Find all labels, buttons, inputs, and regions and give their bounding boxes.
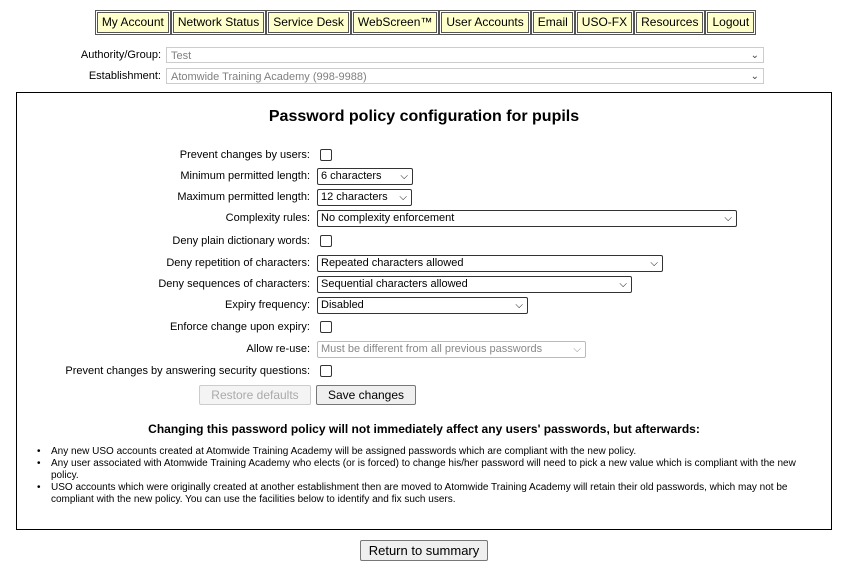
action-buttons-row: Restore defaults Save changes xyxy=(17,385,831,407)
prevent-changes-row: Prevent changes by users: xyxy=(17,147,831,165)
chevron-down-icon: ⌵ xyxy=(399,192,407,203)
list-item: Any new USO accounts created at Atomwide… xyxy=(37,446,821,458)
chevron-down-icon: ⌵ xyxy=(400,171,408,182)
restore-defaults-button[interactable]: Restore defaults xyxy=(199,385,311,405)
nav-resources[interactable]: Resources xyxy=(635,11,705,34)
list-item: USO accounts which were originally creat… xyxy=(37,482,821,506)
expiry-select[interactable]: Disabled ⌵ xyxy=(317,297,528,314)
establishment-row: Establishment: Atomwide Training Academy… xyxy=(0,68,851,86)
chevron-down-icon: ⌵ xyxy=(619,279,627,290)
list-item: Any user associated with Atomwide Traini… xyxy=(37,458,821,482)
deny-dictionary-label: Deny plain dictionary words: xyxy=(172,235,310,247)
policy-panel: Password policy configuration for pupils… xyxy=(16,92,832,530)
max-length-select[interactable]: 12 characters ⌵ xyxy=(317,189,412,206)
nav-service-desk[interactable]: Service Desk xyxy=(267,11,350,34)
prevent-changes-label: Prevent changes by users: xyxy=(179,149,310,161)
min-length-value: 6 characters xyxy=(321,170,382,182)
nav-my-account[interactable]: My Account xyxy=(95,11,170,34)
min-length-label: Minimum permitted length: xyxy=(180,170,310,182)
deny-repetition-label: Deny repetition of characters: xyxy=(166,257,310,269)
chevron-down-icon: ⌵ xyxy=(650,258,658,269)
chevron-down-icon: ⌵ xyxy=(573,344,581,355)
establishment-value: Atomwide Training Academy (998-9988) xyxy=(171,71,367,83)
save-changes-button[interactable]: Save changes xyxy=(316,385,416,405)
enforce-change-checkbox[interactable] xyxy=(320,321,332,333)
chevron-down-icon: ⌄ xyxy=(750,50,759,61)
max-length-value: 12 characters xyxy=(321,191,388,203)
nav-webscreen[interactable]: WebScreen™ xyxy=(351,11,439,34)
authority-label: Authority/Group: xyxy=(80,49,161,61)
authority-value: Test xyxy=(171,50,192,62)
policy-note-heading: Changing this password policy will not i… xyxy=(148,422,700,436)
prevent-changes-checkbox[interactable] xyxy=(320,149,332,161)
complexity-select[interactable]: No complexity enforcement ⌵ xyxy=(317,210,737,227)
top-nav: My Account Network Status Service Desk W… xyxy=(0,11,851,34)
deny-repetition-value: Repeated characters allowed xyxy=(321,257,464,269)
page-title: Password policy configuration for pupils xyxy=(268,108,580,125)
chevron-down-icon: ⌵ xyxy=(724,213,732,224)
nav-user-accounts[interactable]: User Accounts xyxy=(440,11,530,34)
chevron-down-icon: ⌵ xyxy=(515,300,523,311)
min-length-row: Minimum permitted length: 6 characters ⌵ xyxy=(17,168,831,186)
complexity-label: Complexity rules: xyxy=(225,212,310,224)
chevron-down-icon: ⌄ xyxy=(750,71,759,82)
security-questions-row: Prevent changes by answering security qu… xyxy=(17,363,831,381)
security-questions-checkbox[interactable] xyxy=(320,365,332,377)
min-length-select[interactable]: 6 characters ⌵ xyxy=(317,168,413,185)
max-length-row: Maximum permitted length: 12 characters … xyxy=(17,189,831,207)
expiry-label: Expiry frequency: xyxy=(225,299,310,311)
nav-email[interactable]: Email xyxy=(531,11,574,34)
expiry-row: Expiry frequency: Disabled ⌵ xyxy=(17,297,831,315)
authority-select[interactable]: Test ⌄ xyxy=(166,47,764,63)
authority-row: Authority/Group: Test ⌄ xyxy=(0,47,851,65)
deny-sequences-row: Deny sequences of characters: Sequential… xyxy=(17,276,831,294)
max-length-label: Maximum permitted length: xyxy=(177,191,310,203)
reuse-value: Must be different from all previous pass… xyxy=(321,343,543,355)
complexity-row: Complexity rules: No complexity enforcem… xyxy=(17,210,831,228)
reuse-select[interactable]: Must be different from all previous pass… xyxy=(317,341,586,358)
enforce-change-row: Enforce change upon expiry: xyxy=(17,319,831,337)
policy-note-list: Any new USO accounts created at Atomwide… xyxy=(37,446,821,506)
establishment-label: Establishment: xyxy=(88,70,161,82)
return-to-summary-button[interactable]: Return to summary xyxy=(360,540,488,561)
security-questions-label: Prevent changes by answering security qu… xyxy=(65,365,310,377)
reuse-label: Allow re-use: xyxy=(246,343,310,355)
deny-dictionary-checkbox[interactable] xyxy=(320,235,332,247)
reuse-row: Allow re-use: Must be different from all… xyxy=(17,341,831,359)
deny-dictionary-row: Deny plain dictionary words: xyxy=(17,233,831,251)
enforce-change-label: Enforce change upon expiry: xyxy=(169,321,310,333)
nav-logout[interactable]: Logout xyxy=(706,11,756,34)
nav-network-status[interactable]: Network Status xyxy=(171,11,266,34)
deny-sequences-label: Deny sequences of characters: xyxy=(158,278,310,290)
deny-repetition-select[interactable]: Repeated characters allowed ⌵ xyxy=(317,255,663,272)
complexity-value: No complexity enforcement xyxy=(321,212,455,224)
establishment-select[interactable]: Atomwide Training Academy (998-9988) ⌄ xyxy=(166,68,764,84)
deny-sequences-value: Sequential characters allowed xyxy=(321,278,468,290)
deny-repetition-row: Deny repetition of characters: Repeated … xyxy=(17,255,831,273)
nav-uso-fx[interactable]: USO-FX xyxy=(575,11,634,34)
expiry-value: Disabled xyxy=(321,299,364,311)
deny-sequences-select[interactable]: Sequential characters allowed ⌵ xyxy=(317,276,632,293)
